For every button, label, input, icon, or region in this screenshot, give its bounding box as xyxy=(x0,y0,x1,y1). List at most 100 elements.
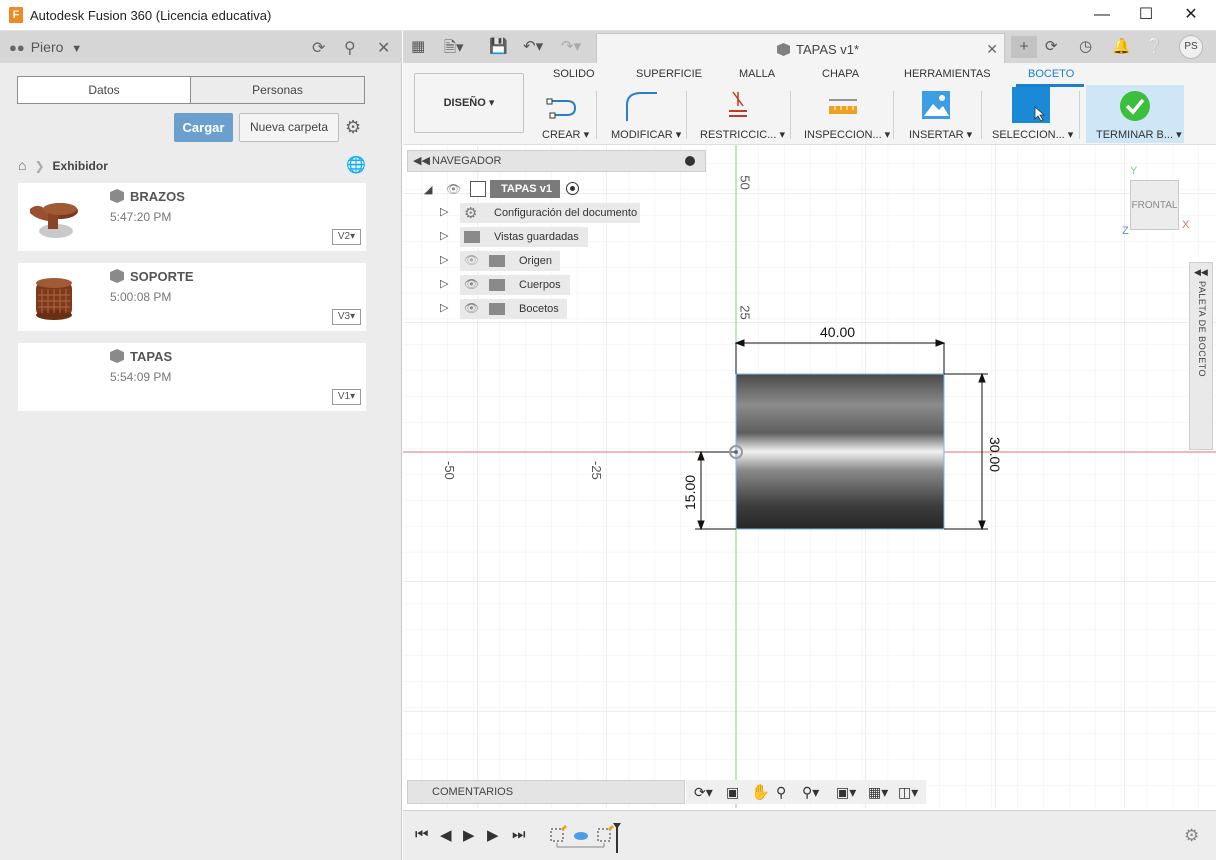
modify-menu[interactable]: MODIFICAR ▾ xyxy=(611,128,681,141)
tab-personas[interactable]: Personas xyxy=(190,76,365,104)
file-card-tapas[interactable]: TAPAS 5:54:09 PM V1▾ xyxy=(18,343,366,411)
insert-image-icon xyxy=(922,91,950,119)
viewports-icon[interactable]: ◫▾ xyxy=(898,784,918,801)
new-tab-icon[interactable]: + xyxy=(1011,36,1037,58)
constraints-menu[interactable]: RESTRICCIC... ▾ xyxy=(700,128,785,141)
last-step-icon[interactable]: ⏭ xyxy=(512,826,526,843)
comments-panel[interactable]: COMENTARIOS xyxy=(407,780,685,804)
close-icon[interactable]: ✕ xyxy=(377,38,390,58)
first-step-icon[interactable]: ⏮ xyxy=(415,826,429,843)
eye-icon[interactable]: 👁 xyxy=(464,301,479,315)
dimension-height[interactable]: 30.00 xyxy=(987,437,1003,472)
select-menu[interactable]: SELECCION... ▾ xyxy=(992,128,1073,141)
home-icon[interactable]: ⌂ xyxy=(18,157,26,173)
minimize-navigator-icon[interactable] xyxy=(685,156,695,166)
fillet-icon xyxy=(626,92,657,121)
title-bar: F Autodesk Fusion 360 (Licencia educativ… xyxy=(0,0,1216,31)
brazos-thumbnail xyxy=(30,203,78,238)
refresh-icon[interactable]: ⟳ xyxy=(312,38,325,58)
file-card-brazos[interactable]: BRAZOS 5:47:20 PM V2▾ xyxy=(18,183,366,251)
sketch-palette[interactable]: ◀◀ PALETA DE BOCETO xyxy=(1189,262,1213,450)
eye-icon[interactable]: 👁 xyxy=(464,277,479,291)
activate-radio-icon[interactable] xyxy=(566,182,579,195)
tab-chapa[interactable]: CHAPA xyxy=(822,68,859,80)
gear-icon[interactable]: ⚙ xyxy=(1184,826,1199,846)
close-window-button[interactable]: ✕ xyxy=(1168,0,1214,30)
new-folder-button[interactable]: Nueva carpeta xyxy=(239,113,339,142)
search-icon[interactable]: ⚲ xyxy=(344,38,356,58)
tab-boceto[interactable]: BOCETO xyxy=(1028,68,1074,80)
expand-palette-icon[interactable]: ◀◀ xyxy=(1194,267,1208,278)
grid-apps-icon[interactable]: ▦ xyxy=(411,37,425,55)
close-tab-icon[interactable]: ✕ xyxy=(986,41,998,58)
fusion-logo-icon: F xyxy=(9,7,23,23)
help-icon[interactable]: ❔ xyxy=(1145,37,1164,55)
version-badge[interactable]: V2▾ xyxy=(332,229,361,245)
breadcrumb: ⌂ ❯ Exhibidor xyxy=(18,157,108,173)
tab-malla[interactable]: MALLA xyxy=(739,68,775,80)
undo-icon[interactable]: ↶▾ xyxy=(523,37,543,55)
expand-triangle-icon[interactable]: ▷ xyxy=(440,253,448,266)
axis-z-label: Z xyxy=(1122,225,1129,237)
file-menu-icon[interactable]: 🗎▾ xyxy=(444,37,464,62)
avatar[interactable]: PS xyxy=(1179,35,1203,59)
user-selector[interactable]: ●● Piero ▼ xyxy=(9,39,82,55)
expand-triangle-icon[interactable]: ◢ xyxy=(424,183,432,196)
upload-button[interactable]: Cargar xyxy=(174,113,233,142)
axis-x-label: X xyxy=(1182,219,1190,231)
orbit-icon[interactable]: ⟳▾ xyxy=(694,784,713,801)
workspace-selector[interactable]: DISEÑO ▾ xyxy=(414,73,524,133)
redo-icon[interactable]: ↷▾ xyxy=(561,37,581,55)
expand-triangle-icon[interactable]: ▷ xyxy=(440,301,448,314)
collapse-navigator-icon[interactable]: ◀◀ xyxy=(413,154,430,167)
create-menu[interactable]: CREAR ▾ xyxy=(542,128,589,141)
notifications-icon[interactable]: 🔔 xyxy=(1112,37,1131,55)
zoom-icon[interactable]: ⚲ xyxy=(776,784,786,801)
breadcrumb-project[interactable]: Exhibidor xyxy=(53,159,108,173)
insert-menu[interactable]: INSERTAR ▾ xyxy=(909,128,972,141)
globe-icon[interactable]: 🌐 xyxy=(346,155,366,175)
maximize-button[interactable]: ☐ xyxy=(1123,0,1169,30)
create-sketch-icon xyxy=(546,98,577,119)
extensions-icon[interactable]: ⟳ xyxy=(1045,37,1058,55)
dimension-width[interactable]: 40.00 xyxy=(820,324,855,340)
inspect-menu[interactable]: INSPECCION... ▾ xyxy=(804,128,890,141)
measure-icon xyxy=(829,99,857,114)
expand-triangle-icon[interactable]: ▷ xyxy=(440,229,448,242)
constraint-icon xyxy=(729,91,747,117)
tab-herramientas[interactable]: HERRAMIENTAS xyxy=(904,68,991,80)
timeline: ⏮ ◀ ▶ ▶ ⏭ ⚙ xyxy=(403,810,1216,860)
expand-triangle-icon[interactable]: ▷ xyxy=(440,277,448,290)
previous-step-icon[interactable]: ◀ xyxy=(440,826,452,844)
palette-title: PALETA DE BOCETO xyxy=(1197,281,1207,378)
fit-icon[interactable]: ⚲▾ xyxy=(802,784,819,801)
user-name: Piero xyxy=(30,39,64,55)
grid-settings-icon[interactable]: ▦▾ xyxy=(868,784,888,801)
look-at-icon[interactable]: ▣ xyxy=(726,784,739,801)
tab-datos[interactable]: Datos xyxy=(17,76,191,104)
minimize-button[interactable]: — xyxy=(1079,0,1125,30)
file-card-soporte[interactable]: SOPORTE 5:00:08 PM V3▾ xyxy=(18,263,366,331)
view-cube[interactable]: FRONTAL xyxy=(1130,180,1179,230)
file-name: SOPORTE xyxy=(110,269,194,284)
checkmark-icon xyxy=(1120,91,1150,121)
job-status-icon[interactable]: ◷ xyxy=(1079,37,1092,55)
play-icon[interactable]: ▶ xyxy=(463,826,475,844)
eye-icon[interactable]: 👁 xyxy=(446,182,461,196)
save-icon[interactable]: 💾 xyxy=(489,37,508,55)
doc-tab-label: TAPAS v1* xyxy=(777,42,859,57)
gear-icon[interactable]: ⚙ xyxy=(345,117,361,138)
version-badge[interactable]: V1▾ xyxy=(332,389,361,405)
tab-tapas-v1[interactable]: TAPAS v1* ✕ xyxy=(596,33,1005,63)
finish-sketch-menu[interactable]: TERMINAR B... ▾ xyxy=(1096,128,1182,141)
tab-superficie[interactable]: SUPERFICIE xyxy=(636,68,702,80)
version-badge[interactable]: V3▾ xyxy=(332,309,361,325)
dimension-offset[interactable]: 15.00 xyxy=(682,475,698,510)
eye-hidden-icon[interactable]: 👁 xyxy=(464,253,479,267)
timeline-features[interactable] xyxy=(547,823,627,853)
display-settings-icon[interactable]: ▣▾ xyxy=(836,784,856,801)
tab-solido[interactable]: SOLIDO xyxy=(553,68,595,80)
expand-triangle-icon[interactable]: ▷ xyxy=(440,205,448,218)
next-step-icon[interactable]: ▶ xyxy=(487,826,499,844)
pan-hand-icon[interactable]: ✋ xyxy=(751,783,770,801)
